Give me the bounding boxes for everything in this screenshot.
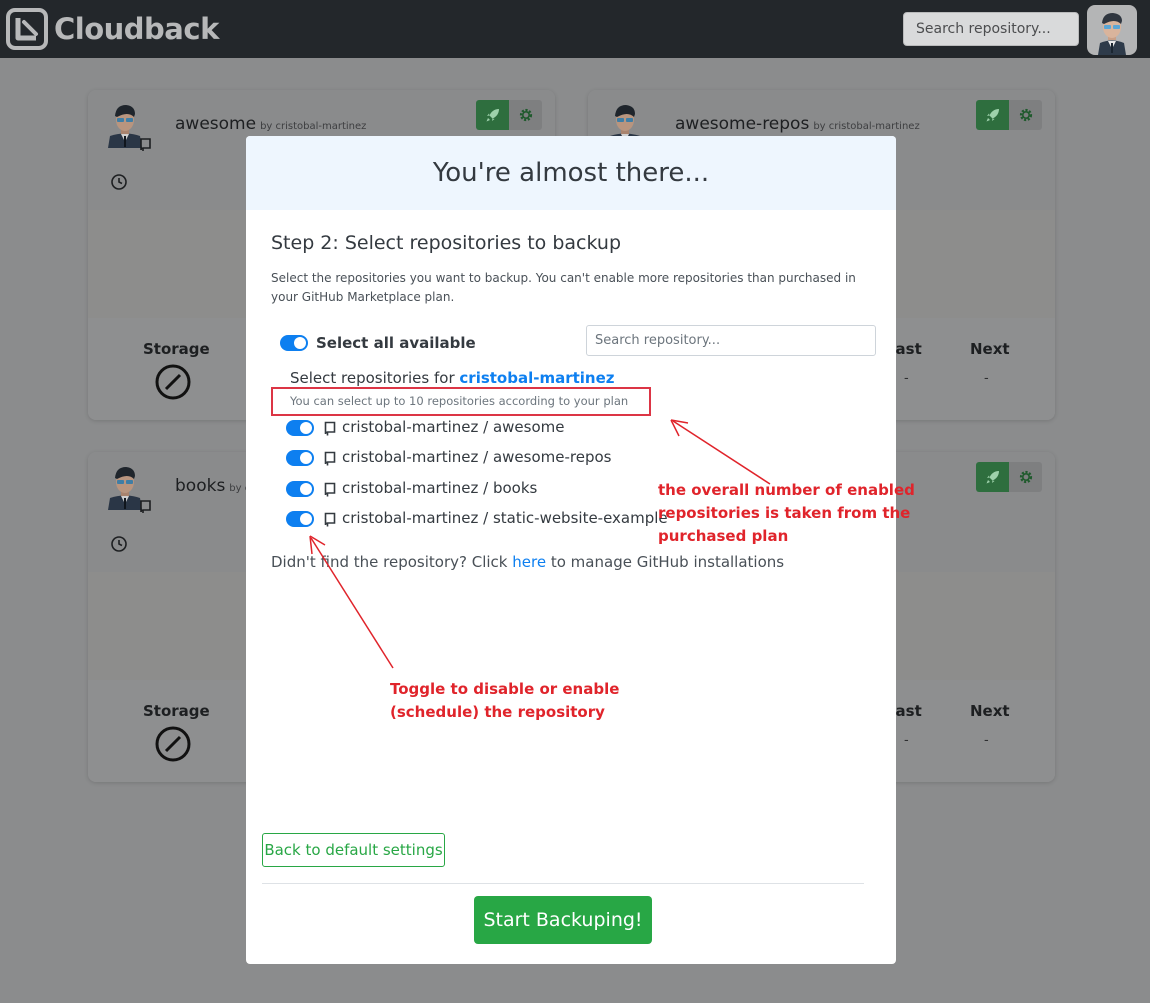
repository-name: cristobal-martinez / static-website-exam… [342, 509, 668, 527]
select-all-label: Select all available [316, 334, 476, 352]
select-all-toggle[interactable] [280, 335, 308, 351]
repo-icon [140, 138, 151, 151]
toggle-annotation: Toggle to disable or enable (schedule) t… [390, 678, 619, 724]
repo-name: awesome [175, 114, 257, 134]
back-to-default-settings-button[interactable]: Back to default settings [262, 833, 445, 867]
plan-limit-note: You can select up to 10 repositories acc… [290, 394, 629, 408]
plan-annotation: the overall number of enabled repositori… [658, 479, 915, 548]
gear-icon [1019, 470, 1032, 484]
card-actions [976, 462, 1042, 492]
repo-icon [140, 500, 151, 513]
modal-title: You're almost there... [432, 158, 710, 188]
repository-toggle[interactable] [286, 450, 314, 466]
settings-button[interactable] [1009, 100, 1042, 130]
repo-name: awesome-repos [675, 114, 810, 134]
repository-name: cristobal-martinez / awesome [342, 418, 565, 436]
repository-toggle[interactable] [286, 420, 314, 436]
stat-next-value: - [984, 733, 989, 748]
annotation-line: repositories is taken from the [658, 504, 911, 522]
help-prefix: Didn't find the repository? Click [271, 553, 508, 571]
repository-search-input[interactable] [586, 325, 876, 356]
repo-icon [324, 451, 336, 466]
annotation-line: the overall number of enabled [658, 481, 915, 499]
cloudback-logo [6, 8, 48, 50]
repository-toggle[interactable] [286, 511, 314, 527]
clock-icon [111, 174, 127, 190]
annotation-line: (schedule) the repository [390, 703, 605, 721]
repository-row: cristobal-martinez / awesome-repos [286, 448, 686, 468]
clock-icon [111, 536, 127, 552]
ban-icon [155, 726, 191, 762]
step-description: Select the repositories you want to back… [271, 271, 856, 304]
repo-owner: by cristobal-martinez [260, 121, 367, 132]
settings-button[interactable] [1009, 462, 1042, 492]
stat-storage-label: Storage [143, 340, 210, 358]
stat-next-label: Next [970, 340, 1010, 358]
modal-header: You're almost there... [246, 136, 896, 210]
manage-installations-link[interactable]: here [512, 553, 546, 571]
repo-icon [324, 421, 336, 436]
help-suffix: to manage GitHub installations [550, 553, 785, 571]
repo-icon [324, 482, 336, 497]
user-avatar-icon [1098, 13, 1126, 55]
navbar-search-input[interactable] [903, 12, 1079, 46]
stat-last-value: - [904, 371, 909, 386]
top-navbar: Cloudback [0, 0, 1150, 58]
stat-last-value: - [904, 733, 909, 748]
repository-name: cristobal-martinez / awesome-repos [342, 448, 612, 466]
repo-owner: by cristobal-martinez [813, 121, 920, 132]
repository-toggle[interactable] [286, 481, 314, 497]
repo-name: books [175, 476, 226, 496]
start-backup-button[interactable]: Start Backuping! [474, 896, 652, 944]
backup-now-button[interactable] [976, 100, 1009, 130]
card-title: awesome by cristobal-martinez [175, 114, 366, 134]
gear-icon [519, 108, 532, 122]
brand[interactable]: Cloudback [6, 8, 219, 50]
step-title: Step 2: Select repositories to backup [271, 232, 622, 254]
card-actions [976, 100, 1042, 130]
owner-heading: Select repositories for cristobal-martin… [290, 369, 615, 387]
owner-prefix: Select repositories for [290, 369, 455, 387]
brand-name: Cloudback [54, 12, 219, 46]
stat-next-label: Next [970, 702, 1010, 720]
rocket-icon [986, 471, 999, 484]
stat-next-value: - [984, 371, 989, 386]
rocket-icon [486, 109, 499, 122]
repository-row: cristobal-martinez / books [286, 479, 686, 499]
card-actions [476, 100, 542, 130]
stat-storage-label: Storage [143, 702, 210, 720]
annotation-line: Toggle to disable or enable [390, 680, 620, 698]
repo-icon [324, 512, 336, 527]
user-avatar[interactable] [1087, 5, 1137, 55]
card-title: books by c [175, 476, 250, 496]
gear-icon [1019, 108, 1032, 122]
divider [262, 883, 864, 884]
settings-button[interactable] [509, 100, 542, 130]
ban-icon [155, 364, 191, 400]
backup-now-button[interactable] [476, 100, 509, 130]
setup-modal: You're almost there... Step 2: Select re… [246, 136, 896, 964]
owner-link[interactable]: cristobal-martinez [459, 369, 614, 387]
annotation-line: purchased plan [658, 527, 789, 545]
rocket-icon [986, 109, 999, 122]
repository-name: cristobal-martinez / books [342, 479, 538, 497]
repository-row: cristobal-martinez / static-website-exam… [286, 509, 686, 529]
card-title: awesome-repos by cristobal-martinez [675, 114, 920, 134]
repository-row: cristobal-martinez / awesome [286, 418, 686, 438]
backup-now-button[interactable] [976, 462, 1009, 492]
help-text: Didn't find the repository? Click here t… [271, 553, 784, 571]
